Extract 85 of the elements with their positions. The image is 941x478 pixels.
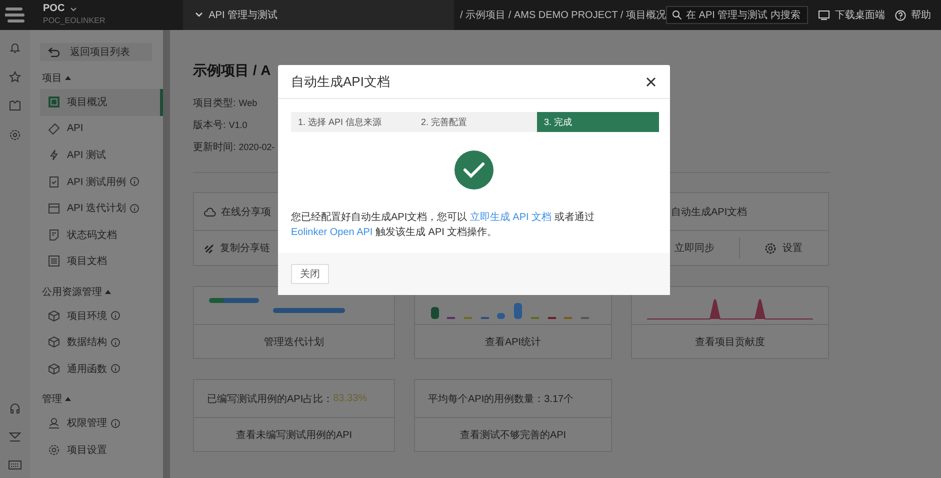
sidebar-item[interactable]: API 迭代计划 xyxy=(40,195,163,222)
card-link[interactable]: 管理迭代计划 xyxy=(194,325,394,358)
workspace-name[interactable]: POC xyxy=(43,3,65,15)
help-icon xyxy=(895,10,906,20)
caret-icon[interactable] xyxy=(105,290,111,294)
section-header[interactable]: 管理 xyxy=(42,392,62,406)
close-button[interactable]: 关闭 xyxy=(291,264,329,284)
workspace-id: POC_EOLINKER xyxy=(43,15,106,27)
info-label: 项目类型: xyxy=(193,96,236,111)
search-icon xyxy=(672,10,682,20)
card-link[interactable]: 查看未编写测试用例的API xyxy=(194,418,394,451)
sidebar-item[interactable]: 权限管理 xyxy=(40,410,163,436)
sidebar-item[interactable]: 通用函数 xyxy=(40,356,163,382)
info-value: 2020-02- xyxy=(238,141,275,154)
sidebar-item[interactable]: 项目设置 xyxy=(40,436,163,463)
star-icon[interactable] xyxy=(9,71,21,83)
settings-link[interactable]: 设置 xyxy=(782,241,802,255)
calendar-icon xyxy=(48,202,60,214)
keyboard-icon[interactable] xyxy=(8,460,22,470)
close-icon[interactable] xyxy=(646,76,656,86)
caret-icon[interactable] xyxy=(65,76,71,80)
module-menu[interactable]: API 管理与测试 xyxy=(182,0,454,30)
step-label: 2. 完善配置 xyxy=(421,116,468,128)
step-label: 3. 完成 xyxy=(544,116,572,128)
cloud-icon xyxy=(204,206,216,216)
logo-icon xyxy=(5,7,25,23)
note-icon xyxy=(48,228,60,241)
card-link[interactable]: 查看测试不够完善的API xyxy=(415,418,611,451)
card-link[interactable]: 查看项目贡献度 xyxy=(632,325,828,358)
project-title: 示例项目 / A xyxy=(193,61,271,79)
download-icon[interactable] xyxy=(9,431,21,443)
info-value: V1.0 xyxy=(228,119,248,132)
caret-icon[interactable] xyxy=(65,397,71,401)
settings-icon[interactable] xyxy=(9,129,21,141)
back-button[interactable]: 返回项目列表 xyxy=(40,43,152,61)
cube-icon xyxy=(48,336,60,348)
monitor-icon xyxy=(818,10,830,20)
stat-label: 平均每个API的用例数量： xyxy=(428,392,544,406)
dialog-title: 自动生成API文档 xyxy=(291,72,390,90)
text-link[interactable]: 立即生成 API 文档 xyxy=(470,212,552,223)
section-header[interactable]: 公用资源管理 xyxy=(42,284,102,298)
headset-icon[interactable] xyxy=(9,402,21,414)
sidebar-item[interactable]: 数据结构 xyxy=(40,329,163,356)
section-header[interactable]: 项目 xyxy=(42,71,62,85)
sidebar-item[interactable]: API 测试 xyxy=(40,142,163,168)
copy-link[interactable]: 复制分享链 xyxy=(220,241,270,255)
sidebar-item[interactable]: 项目概况 xyxy=(40,89,163,116)
info-value: Web xyxy=(238,97,258,110)
return-icon xyxy=(48,47,60,57)
sidebar-item[interactable]: API 测试用例 xyxy=(40,168,163,195)
list-icon xyxy=(48,255,60,268)
grid-icon xyxy=(48,96,60,108)
sidebar-item[interactable]: 项目文档 xyxy=(40,248,163,274)
card-title: 自动生成API文档 xyxy=(671,206,748,218)
sidebar-scrollbar[interactable] xyxy=(163,30,170,478)
card-title: 在线分享项 xyxy=(221,206,271,218)
tag-icon xyxy=(48,122,60,135)
search-field[interactable]: 在 API 管理与测试 内搜索 xyxy=(666,6,808,24)
download-link[interactable]: 下载桌面端 xyxy=(818,8,885,22)
shirt-icon[interactable] xyxy=(9,100,21,112)
stat-value: 3.17个 xyxy=(544,392,574,406)
settings-icon xyxy=(765,242,776,254)
cube-icon xyxy=(48,310,60,322)
card-link[interactable]: 查看API统计 xyxy=(415,325,611,358)
user-icon xyxy=(48,417,60,430)
step-label: 1. 选择 API 信息来源 xyxy=(298,116,382,128)
breadcrumb: / 示例项目 / AMS DEMO PROJECT / 项目概况 xyxy=(460,8,666,22)
info-label: 更新时间: xyxy=(193,140,236,155)
stat-value: 83.33% xyxy=(333,393,368,404)
check-circle-icon xyxy=(454,150,494,190)
sidebar-item[interactable]: 状态码文档 xyxy=(40,222,163,248)
cube-icon xyxy=(48,362,60,375)
sidebar-item[interactable]: 项目环境 xyxy=(40,302,163,329)
text-link[interactable]: Eolinker Open API xyxy=(291,227,373,238)
chevron-icon xyxy=(194,12,203,18)
bolt-icon xyxy=(48,149,60,162)
sidebar-item[interactable]: API xyxy=(40,116,163,142)
chevron-icon[interactable] xyxy=(70,6,77,12)
info-label: 版本号: xyxy=(193,118,226,133)
dialog-message: 您已经配置好自动生成API文档，您可以 立即生成 API 文档 或者通过 Eolinker Open API 触发该生成 API 文档操作。 xyxy=(291,210,596,240)
help-link[interactable]: 帮助 xyxy=(895,8,931,22)
doc-icon xyxy=(48,176,60,188)
bell-icon[interactable] xyxy=(9,42,21,54)
gear-icon xyxy=(48,444,60,456)
stat-label: 已编写测试用例的API占比： xyxy=(207,392,334,406)
